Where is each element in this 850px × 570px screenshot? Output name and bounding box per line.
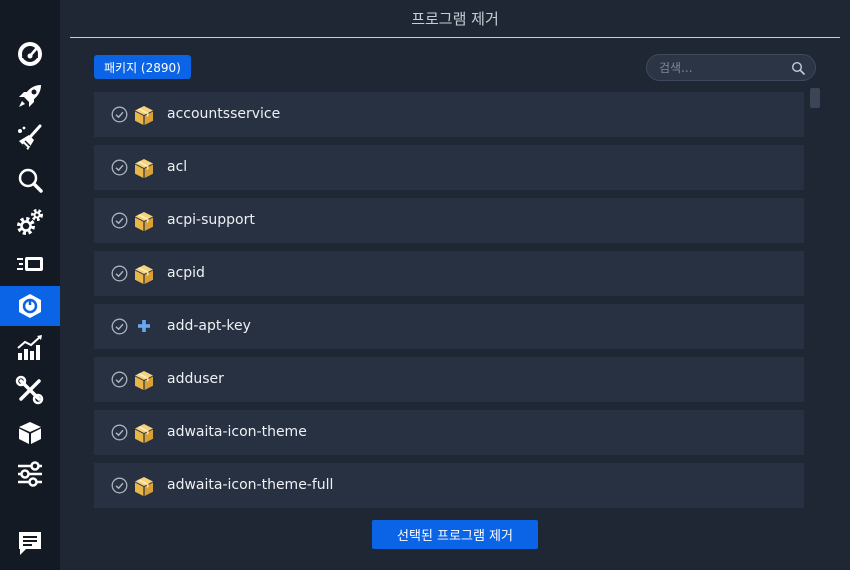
tools-icon <box>15 375 44 405</box>
page-title: 프로그램 제거 <box>70 0 840 38</box>
dashboard-icon <box>18 42 42 66</box>
package-box-icon <box>135 159 153 178</box>
checkbox-checked-icon[interactable] <box>111 371 128 388</box>
feedback-icon <box>19 532 41 555</box>
package-name: add-apt-key <box>167 318 251 334</box>
nav-feedback[interactable] <box>0 523 60 563</box>
gears-icon <box>17 209 43 235</box>
package-name: acpi-support <box>167 212 255 228</box>
package-name: accountsservice <box>167 106 281 122</box>
list-item[interactable]: acl <box>94 145 804 190</box>
package-box-icon <box>135 212 153 231</box>
package-box-icon <box>135 265 153 284</box>
main-panel: 프로그램 제거 패키지 (2890) accountsservice acl acp… <box>60 0 850 570</box>
list-item[interactable]: adwaita-icon-theme-full <box>94 463 804 508</box>
nav-dashboard[interactable] <box>0 33 60 73</box>
remove-selected-button[interactable]: 선택된 프로그램 제거 <box>372 520 538 549</box>
list-item[interactable]: adwaita-icon-theme <box>94 410 804 455</box>
list-item[interactable]: acpi-support <box>94 198 804 243</box>
search-icon[interactable] <box>791 61 805 75</box>
package-name: adwaita-icon-theme-full <box>167 477 334 493</box>
checkbox-checked-icon[interactable] <box>111 424 128 441</box>
package-box-icon <box>135 106 153 125</box>
package-box-icon <box>135 477 153 496</box>
nav-cleaner[interactable] <box>0 118 60 158</box>
package-name: acpid <box>167 265 205 281</box>
nav-uninstaller[interactable] <box>0 286 60 326</box>
nav-tools[interactable] <box>0 370 60 410</box>
broom-icon <box>18 124 42 150</box>
checkbox-checked-icon[interactable] <box>111 477 128 494</box>
nav-search[interactable] <box>0 160 60 200</box>
checkbox-checked-icon[interactable] <box>111 106 128 123</box>
nav-startup[interactable] <box>0 202 60 242</box>
rocket-icon <box>19 85 41 107</box>
search-box[interactable] <box>646 54 816 81</box>
package-name: adwaita-icon-theme <box>167 424 307 440</box>
sidebar <box>0 0 60 570</box>
list-item[interactable]: acpid <box>94 251 804 296</box>
nav-optimizer[interactable] <box>0 76 60 116</box>
package-box-icon <box>135 371 153 390</box>
package-count-badge: 패키지 (2890) <box>94 55 191 79</box>
package-list: accountsservice acl acpi-support acpid add-a… <box>94 92 804 508</box>
nav-services[interactable] <box>0 244 60 284</box>
chart-icon <box>17 335 42 360</box>
nav-resources[interactable] <box>0 328 60 368</box>
checkbox-checked-icon[interactable] <box>111 265 128 282</box>
list-item[interactable]: add-apt-key <box>94 304 804 349</box>
package-name: adduser <box>167 371 224 387</box>
uninstaller-icon <box>19 294 41 318</box>
search-input[interactable] <box>659 60 791 75</box>
checkbox-checked-icon[interactable] <box>111 159 128 176</box>
list-item[interactable]: adduser <box>94 357 804 402</box>
plus-icon <box>138 320 150 332</box>
scrollbar[interactable] <box>810 88 820 108</box>
services-icon <box>17 257 43 271</box>
nav-settings[interactable] <box>0 454 60 494</box>
package-icon <box>19 422 41 444</box>
search-icon <box>18 168 43 193</box>
list-item[interactable]: accountsservice <box>94 92 804 137</box>
settings-sliders-icon <box>18 461 42 487</box>
checkbox-checked-icon[interactable] <box>111 318 128 335</box>
checkbox-checked-icon[interactable] <box>111 212 128 229</box>
nav-packages[interactable] <box>0 412 60 452</box>
package-name: acl <box>167 159 188 175</box>
package-box-icon <box>135 424 153 443</box>
